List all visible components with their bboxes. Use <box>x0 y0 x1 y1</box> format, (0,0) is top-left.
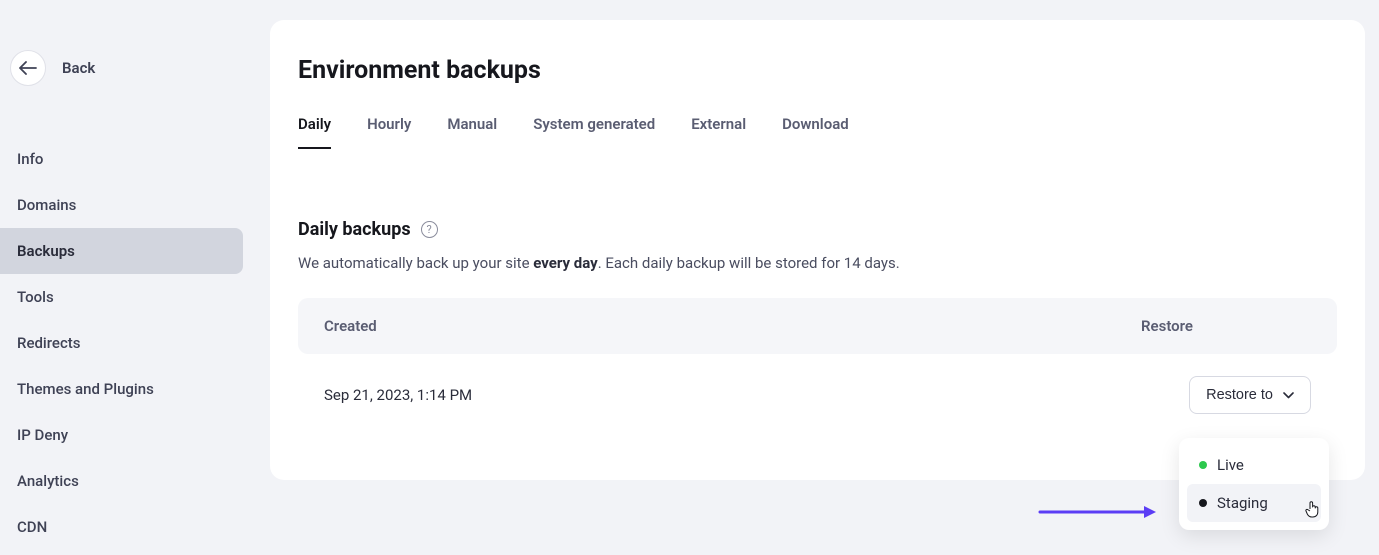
status-dot-icon <box>1199 499 1207 507</box>
main-card: Environment backups Daily Hourly Manual … <box>270 20 1365 480</box>
sidebar-item-label: Redirects <box>17 334 81 352</box>
sidebar-item-analytics[interactable]: Analytics <box>0 458 243 504</box>
section-title: Daily backups <box>298 219 411 240</box>
back-label: Back <box>62 59 95 77</box>
cursor-hand-icon <box>1305 500 1321 518</box>
help-icon[interactable]: ? <box>421 221 438 238</box>
tab-system-generated[interactable]: System generated <box>533 115 655 149</box>
desc-suffix: . Each daily backup will be stored for 1… <box>598 254 900 272</box>
desc-bold: every day <box>533 254 597 272</box>
sidebar-item-label: Info <box>17 150 43 168</box>
cell-created: Sep 21, 2023, 1:14 PM <box>324 386 1189 404</box>
column-header-restore: Restore <box>1141 317 1311 335</box>
sidebar-item-label: Backups <box>17 242 75 260</box>
tab-label: External <box>691 115 746 133</box>
restore-button-label: Restore to <box>1206 387 1273 403</box>
tab-label: Daily <box>298 115 331 133</box>
tab-external[interactable]: External <box>691 115 746 149</box>
sidebar-item-tools[interactable]: Tools <box>0 274 243 320</box>
sidebar-item-label: CDN <box>17 518 47 536</box>
section-description: We automatically back up your site every… <box>298 254 1337 272</box>
restore-to-button[interactable]: Restore to <box>1189 376 1311 414</box>
sidebar-item-label: Domains <box>17 196 76 214</box>
tab-manual[interactable]: Manual <box>447 115 497 149</box>
sidebar-item-redirects[interactable]: Redirects <box>0 320 243 366</box>
section-title-row: Daily backups ? <box>298 219 1337 240</box>
dropdown-item-staging[interactable]: Staging <box>1187 484 1321 522</box>
tab-label: Hourly <box>367 115 411 133</box>
sidebar-item-info[interactable]: Info <box>0 136 243 182</box>
tabs: Daily Hourly Manual System generated Ext… <box>298 115 1337 149</box>
table-header: Created Restore <box>298 298 1337 354</box>
dropdown-item-live[interactable]: Live <box>1187 446 1321 484</box>
sidebar-item-ip-deny[interactable]: IP Deny <box>0 412 243 458</box>
annotation-arrow-icon <box>1038 505 1158 519</box>
page-title: Environment backups <box>298 56 1337 85</box>
column-header-created: Created <box>324 317 1141 335</box>
tab-daily[interactable]: Daily <box>298 115 331 149</box>
sidebar-item-themes-plugins[interactable]: Themes and Plugins <box>0 366 243 412</box>
sidebar: Back Info Domains Backups Tools Redirect… <box>0 0 255 555</box>
sidebar-item-label: Themes and Plugins <box>17 380 154 398</box>
sidebar-item-domains[interactable]: Domains <box>0 182 243 228</box>
tab-download[interactable]: Download <box>782 115 849 149</box>
table-row: Sep 21, 2023, 1:14 PM Restore to <box>298 354 1337 436</box>
back-button[interactable] <box>10 50 46 86</box>
arrow-left-icon <box>19 61 37 75</box>
tab-label: Download <box>782 115 849 133</box>
chevron-down-icon <box>1283 392 1294 399</box>
tab-label: System generated <box>533 115 655 133</box>
sidebar-item-label: Analytics <box>17 472 79 490</box>
dropdown-item-label: Live <box>1217 456 1244 474</box>
sidebar-item-cdn[interactable]: CDN <box>0 504 243 550</box>
tab-label: Manual <box>447 115 497 133</box>
desc-prefix: We automatically back up your site <box>298 254 533 272</box>
tab-hourly[interactable]: Hourly <box>367 115 411 149</box>
sidebar-item-label: Tools <box>17 288 54 306</box>
sidebar-item-backups[interactable]: Backups <box>0 228 243 274</box>
dropdown-item-label: Staging <box>1217 494 1268 512</box>
sidebar-item-label: IP Deny <box>17 426 68 444</box>
status-dot-icon <box>1199 461 1207 469</box>
back-row: Back <box>0 50 255 86</box>
